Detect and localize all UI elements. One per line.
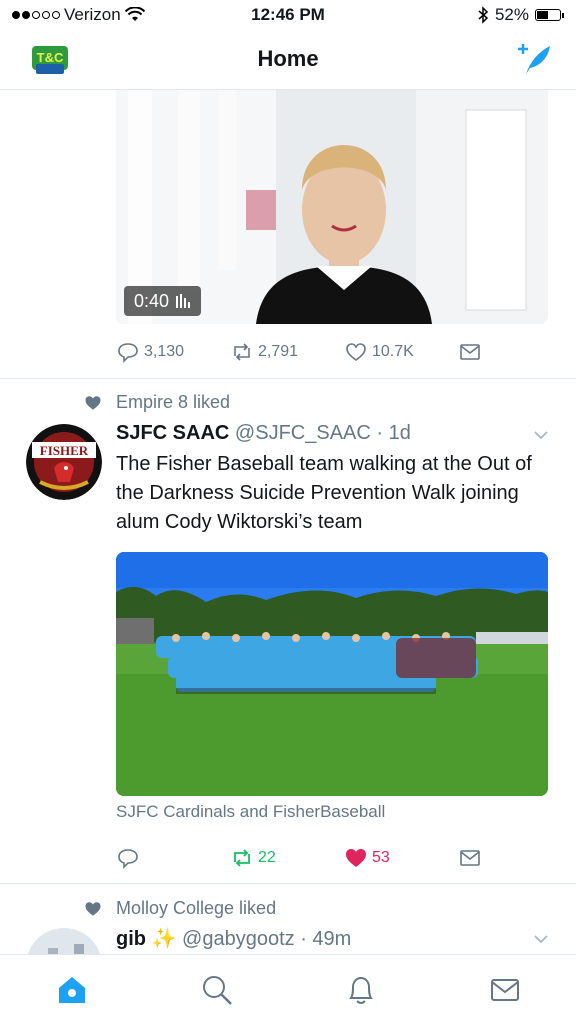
tweet-divider — [0, 378, 576, 379]
avatar[interactable]: FISHER — [26, 424, 102, 500]
author-handle[interactable]: @gabygootz — [182, 928, 295, 950]
reply-button[interactable] — [116, 846, 230, 870]
retweet-button[interactable]: 22 — [230, 846, 344, 870]
reply-icon — [118, 849, 138, 869]
tweet-photo[interactable] — [116, 552, 548, 796]
video-player[interactable]: 0:40 — [116, 90, 548, 324]
retweet-count: 22 — [258, 849, 276, 866]
chevron-down-icon[interactable] — [532, 930, 550, 948]
photo-caption[interactable]: SJFC Cardinals and FisherBaseball — [116, 802, 385, 822]
tweet-timestamp: · 49m — [300, 928, 352, 950]
retweet-count: 2,791 — [258, 343, 299, 360]
reply-icon — [118, 343, 138, 363]
search-tab-icon[interactable] — [200, 973, 234, 1007]
envelope-icon — [460, 850, 480, 866]
compose-feather-icon — [518, 44, 550, 74]
author-name[interactable]: SJFC SAAC — [116, 422, 229, 444]
liked-heart-icon — [85, 901, 101, 916]
svg-text:FISHER: FISHER — [40, 443, 89, 458]
status-bar: Verizon 12:46 PM 52% — [0, 0, 576, 30]
like-button[interactable]: 53 — [344, 846, 458, 870]
reply-count: 3,130 — [144, 343, 185, 360]
heart-icon — [346, 343, 366, 361]
page-title: Home — [257, 46, 319, 71]
retweet-icon — [234, 343, 250, 361]
video-duration-badge: 0:40 — [124, 286, 202, 316]
video-duration: 0:40 — [134, 290, 170, 311]
social-context: Molloy College liked — [84, 898, 276, 919]
envelope-icon — [460, 344, 480, 360]
direct-message-button[interactable] — [458, 340, 482, 364]
battery-icon — [535, 9, 561, 21]
tab-bar — [0, 954, 576, 1024]
retweet-button[interactable]: 2,791 — [230, 340, 344, 364]
liked-heart-icon — [85, 395, 101, 410]
direct-message-button[interactable] — [458, 846, 482, 870]
bluetooth-icon — [478, 6, 489, 24]
tweet-header: SJFC SAAC @SJFC_SAAC · 1d — [116, 422, 411, 445]
social-context-text: Empire 8 liked — [116, 392, 231, 412]
tweet-header: gib ✨ @gabygootz · 49m — [116, 926, 351, 951]
city-skyline-avatar — [26, 928, 102, 954]
fisher-athletics-logo: FISHER — [26, 424, 102, 500]
tweet-actions: 3,130 2,791 10.7K — [116, 340, 482, 364]
author-handle[interactable]: @SJFC_SAAC — [235, 422, 371, 444]
tweet-divider — [0, 883, 576, 884]
chevron-down-icon[interactable] — [532, 426, 550, 444]
like-count: 10.7K — [372, 343, 414, 360]
tweet-timestamp: · 1d — [376, 422, 411, 444]
heart-filled-icon — [346, 849, 366, 867]
compose-tweet-button[interactable] — [514, 40, 554, 80]
tweet-actions: 22 53 — [116, 846, 482, 870]
tweet-body: The Fisher Baseball team walking at the … — [116, 453, 532, 533]
avatar[interactable] — [26, 928, 102, 954]
timeline-feed[interactable]: 0:40 3,130 2,791 10.7K Empire 8 liked FI… — [0, 90, 576, 954]
social-context: Empire 8 liked — [84, 392, 230, 413]
messages-tab-icon[interactable] — [488, 973, 522, 1007]
author-name[interactable]: gib — [116, 928, 146, 950]
notifications-tab-icon[interactable] — [344, 973, 378, 1007]
navigation-bar: T&C Home — [0, 30, 576, 90]
like-button[interactable]: 10.7K — [344, 340, 458, 364]
retweet-icon — [234, 849, 250, 867]
reply-button[interactable]: 3,130 — [116, 340, 230, 364]
audio-bars-icon — [176, 294, 191, 308]
battery-percent: 52% — [494, 5, 529, 24]
home-tab-icon[interactable] — [55, 973, 89, 1007]
team-photo — [116, 552, 548, 796]
social-context-text: Molloy College liked — [116, 898, 277, 918]
like-count: 53 — [372, 849, 390, 866]
sparkles-emoji: ✨ — [151, 928, 177, 950]
